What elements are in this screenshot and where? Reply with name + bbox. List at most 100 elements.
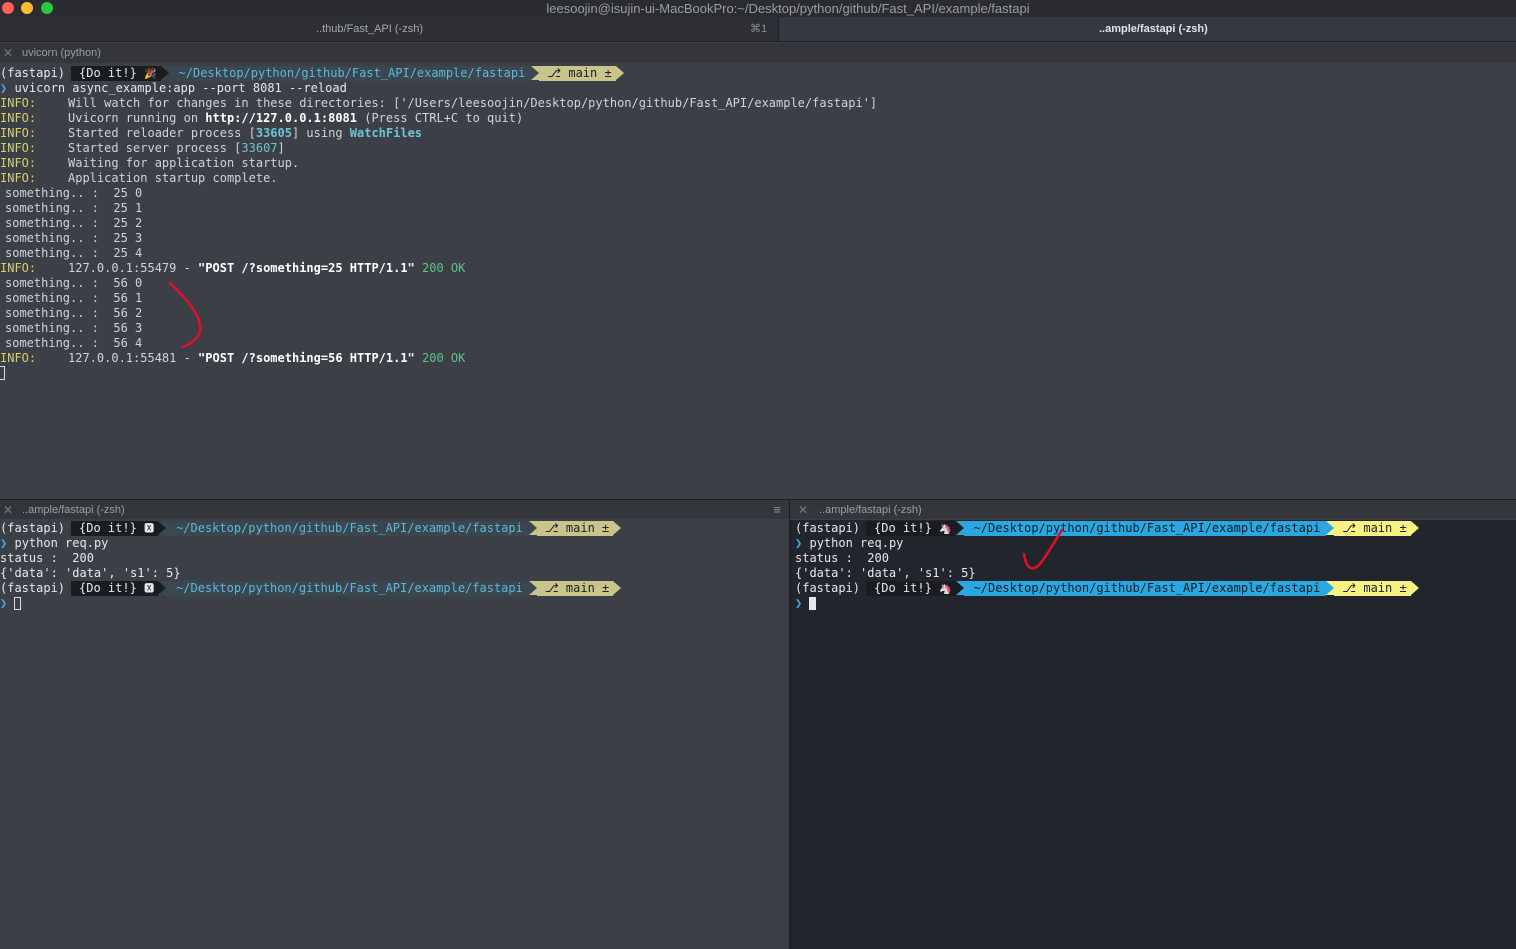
prompt-path: ~/Desktop/python/github/Fast_API/example… [166,521,529,536]
prompt-path: ~/Desktop/python/github/Fast_API/example… [963,581,1327,596]
menu-icon[interactable]: ≡ [773,500,781,520]
chevron-icon [955,521,964,535]
pane-title: uvicorn (python) [22,47,101,59]
chevron-icon [531,66,540,80]
prompt-arrow-icon: ❯ [795,596,803,610]
chevron-icon [955,581,964,595]
terminal-pane-bottom-left[interactable]: (fastapi) {Do it!} 🆇 ~/Desktop/python/gi… [0,520,789,949]
command-line: ❯ python req.py [795,536,904,550]
output-line: something.. : 56 1 [5,291,143,305]
prompt-env: (fastapi) [795,581,861,595]
prompt-arrow-icon: ❯ [795,536,803,550]
shell-prompt: (fastapi) {Do it!} 🦄 ~/Desktop/python/gi… [795,521,1419,536]
tab-fastapi-active[interactable]: ..ample/fastapi (-zsh) [778,17,1516,41]
chevron-icon [1326,581,1335,595]
chevron-icon [615,66,624,80]
tab-label: ..thub/Fast_API (-zsh) [316,23,423,35]
command-line: ❯ python req.py [0,536,109,550]
command-line: ❯ [795,596,817,611]
prompt-git-branch: ⎇ main ± [536,581,614,596]
terminal-cursor [809,597,817,610]
prompt-doit: {Do it!} 🎉 [71,66,161,81]
log-line: INFO: Will watch for changes in these dir… [0,96,878,110]
pane-title: ..ample/fastapi (-zsh) [819,504,922,516]
close-icon[interactable]: ✕ [3,43,13,63]
chevron-icon [158,581,167,595]
terminal-cursor [14,597,22,610]
output-line: something.. : 25 1 [5,201,143,215]
tab-shortcut: ⌘1 [750,23,768,35]
output-line: status : 200 [0,551,94,565]
prompt-arrow-icon: ❯ [0,536,8,550]
shell-prompt: (fastapi) {Do it!} 🦄 ~/Desktop/python/gi… [795,581,1419,596]
terminal-pane-top[interactable]: (fastapi) {Do it!} 🎉 ~/Desktop/python/gi… [0,64,1516,498]
tab-label: ..ample/fastapi (-zsh) [1099,23,1208,35]
output-line: something.. : 25 3 [5,231,143,245]
unicorn-icon: 🦄 [939,524,952,535]
chevron-icon [613,521,622,535]
log-line: INFO: Waiting for application startup. [0,156,300,170]
output-line: something.. : 25 2 [5,216,143,230]
prompt-arrow-icon: ❯ [0,81,8,95]
access-log-line: INFO: 127.0.0.1:55479 - "POST /?something… [0,261,466,275]
command-line: ❯ [0,596,22,611]
prompt-doit: {Do it!} 🦄 [866,581,956,596]
pane-title: ..ample/fastapi (-zsh) [22,504,125,516]
prompt-path: ~/Desktop/python/github/Fast_API/example… [168,66,532,81]
chevron-icon [528,521,537,535]
command-line: ❯ uvicorn async_example:app --port 8081 … [0,81,347,96]
tab-fast-api[interactable]: ..thub/Fast_API (-zsh) ⌘1 [0,17,777,41]
prompt-git-branch: ⎇ main ± [539,66,616,81]
log-line: INFO: Started server process [33607] [0,141,285,155]
shell-prompt: (fastapi) {Do it!} 🆇 ~/Desktop/python/gi… [0,581,622,596]
chevron-icon [158,521,167,535]
output-line: something.. : 25 4 [5,246,143,260]
output-line: something.. : 25 0 [5,186,143,200]
output-line: status : 200 [795,551,889,565]
chevron-icon [1410,521,1419,535]
close-icon[interactable]: ✕ [798,500,808,520]
log-line: INFO: Application startup complete. [0,171,278,185]
prompt-doit: {Do it!} 🆇 [71,581,159,596]
cursor-line [0,366,5,381]
log-line: INFO: Uvicorn running on http://127.0.0.1… [0,111,524,125]
title-bar: leesoojin@isujin-ui-MacBookPro:~/Desktop… [0,0,1516,17]
output-line: something.. : 56 4 [5,336,143,350]
access-log-line: INFO: 127.0.0.1:55481 - "POST /?something… [0,351,466,365]
shell-prompt: (fastapi) {Do it!} 🆇 ~/Desktop/python/gi… [0,521,622,536]
output-line: {'data': 'data', 's1': 5} [0,566,181,580]
chevron-icon [613,581,622,595]
prompt-doit: {Do it!} 🆇 [71,521,159,536]
prompt-git-branch: ⎇ main ± [536,521,614,536]
prompt-env: (fastapi) [0,66,66,80]
annotation-check-mark [1022,528,1064,570]
chevron-icon [528,581,537,595]
output-line: something.. : 56 3 [5,321,143,335]
chevron-icon [1410,581,1419,595]
shell-prompt: (fastapi) {Do it!} 🎉 ~/Desktop/python/gi… [0,66,624,81]
prompt-env: (fastapi) [795,521,861,535]
prompt-env: (fastapi) [0,521,66,535]
prompt-doit: {Do it!} 🦄 [866,521,956,536]
prompt-git-branch: ⎇ main ± [1334,521,1411,536]
pane-header-bottom-left: ✕ ..ample/fastapi (-zsh) ≡ [0,499,789,519]
emoji-icon: 🆇 [144,524,155,535]
party-icon: 🎉 [144,69,157,80]
close-icon[interactable]: ✕ [3,500,13,520]
log-line: INFO: Started reloader process [33605] us… [0,126,423,140]
terminal-pane-bottom-right[interactable]: (fastapi) {Do it!} 🦄 ~/Desktop/python/gi… [790,520,1516,949]
unicorn-icon: 🦄 [939,584,952,595]
chevron-icon [160,66,169,80]
output-line: something.. : 56 0 [5,276,143,290]
prompt-arrow-icon: ❯ [0,596,8,610]
prompt-path: ~/Desktop/python/github/Fast_API/example… [166,581,529,596]
prompt-git-branch: ⎇ main ± [1334,581,1411,596]
chevron-icon [1326,521,1335,535]
pane-header-bottom-right: ✕ ..ample/fastapi (-zsh) [790,499,1516,519]
window-title: leesoojin@isujin-ui-MacBookPro:~/Desktop… [546,1,1030,16]
emoji-icon: 🆇 [144,584,155,595]
prompt-path: ~/Desktop/python/github/Fast_API/example… [963,521,1327,536]
prompt-env: (fastapi) [0,581,66,595]
terminal-cursor [0,366,5,380]
tab-bar: ..thub/Fast_API (-zsh) ⌘1 ..ample/fastap… [0,17,1516,42]
